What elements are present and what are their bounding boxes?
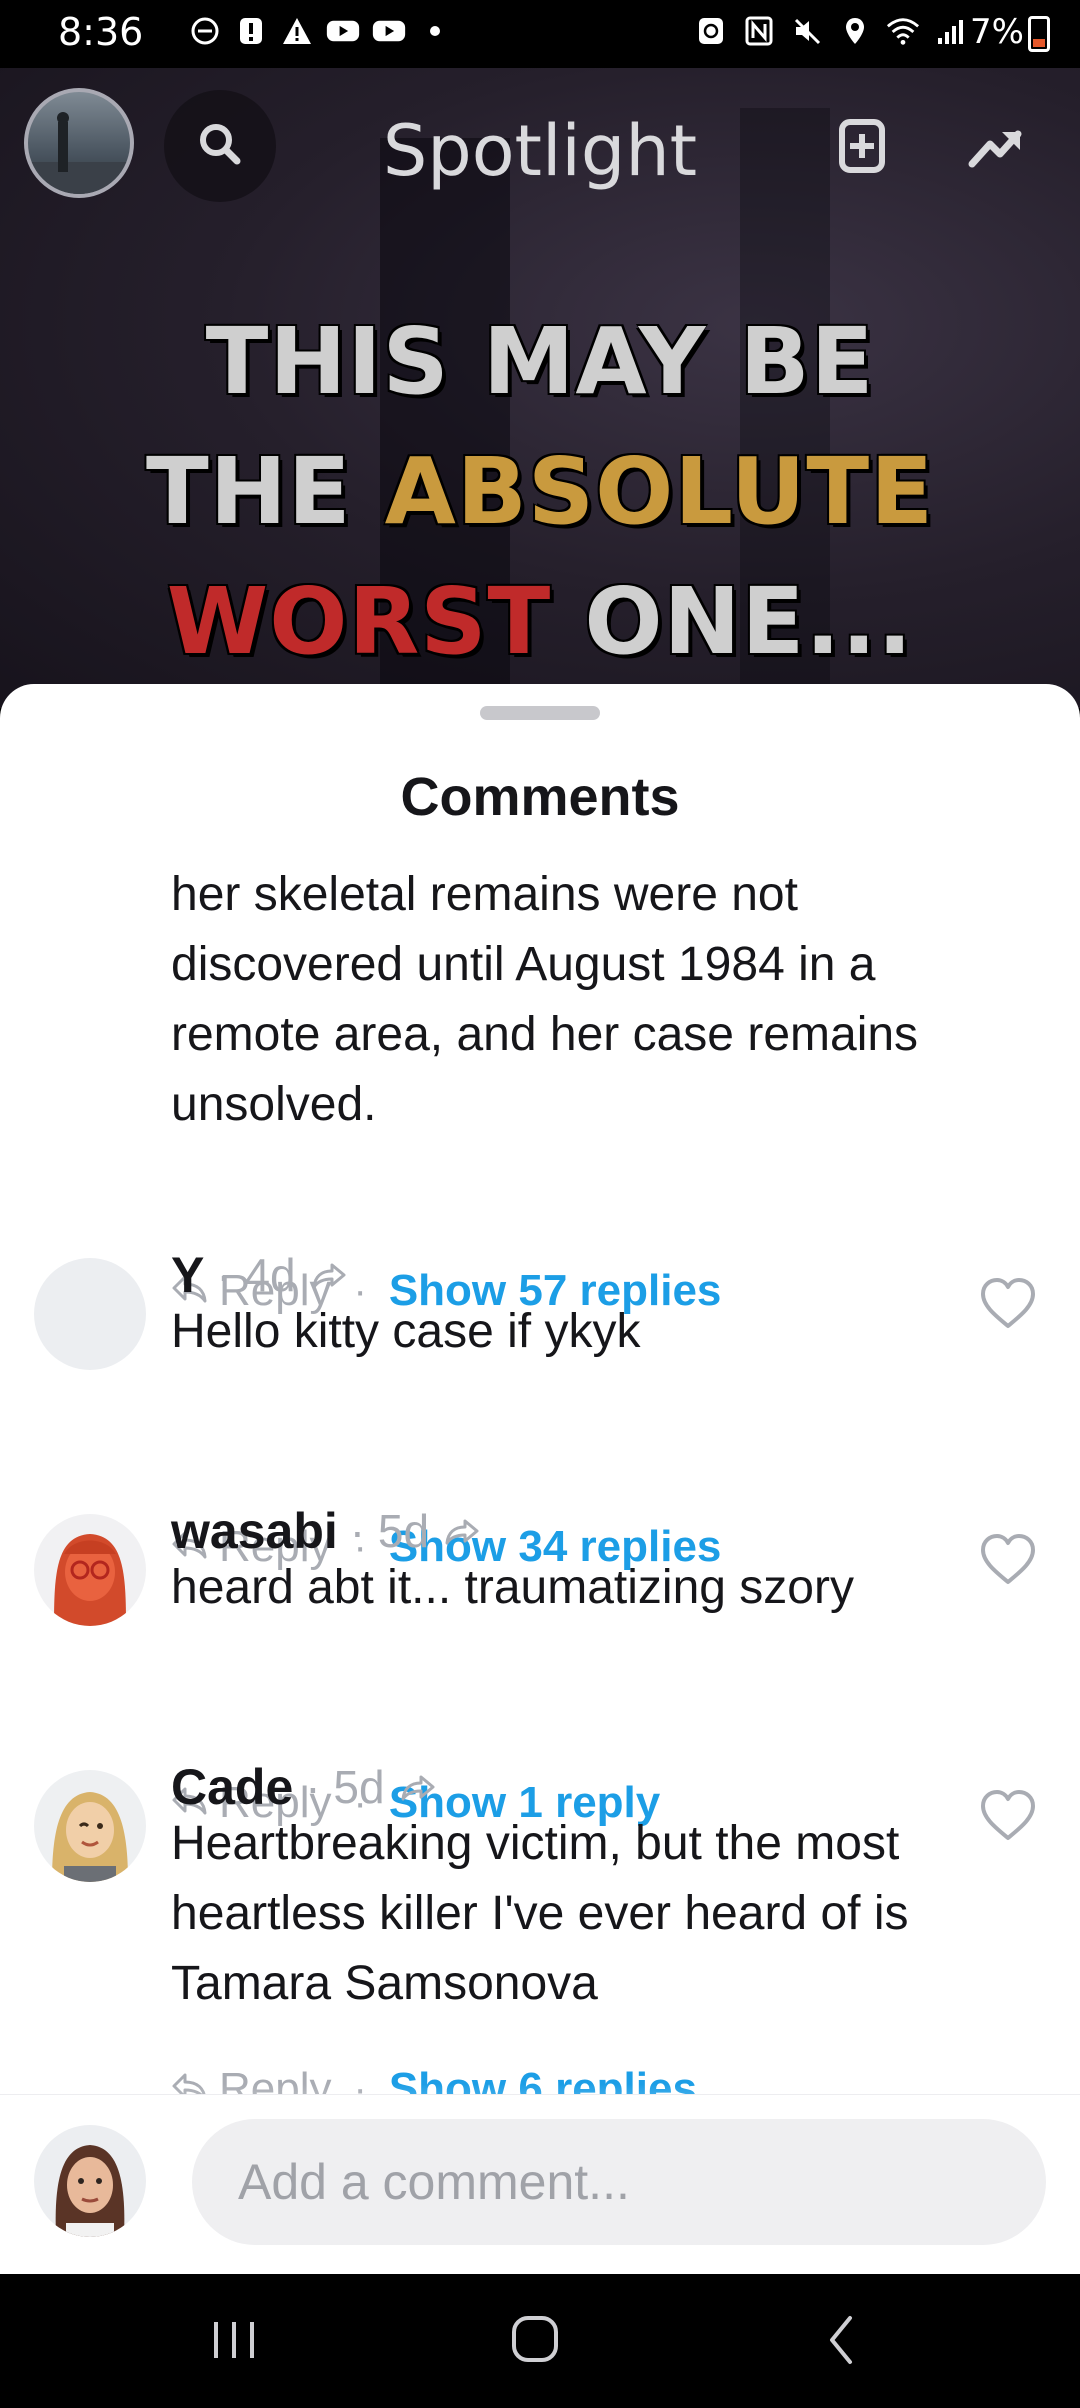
avatar[interactable] — [34, 1770, 146, 1882]
home-button[interactable] — [500, 2310, 570, 2370]
comment-composer — [0, 2094, 1080, 2274]
location-icon — [838, 14, 872, 48]
alert-icon — [234, 14, 268, 48]
comment-input[interactable] — [192, 2119, 1046, 2245]
comment-age-value: 4d — [244, 1249, 296, 1301]
system-icons — [694, 14, 968, 48]
comment-age-value: 5d — [333, 1761, 385, 1813]
mute-icon — [790, 14, 824, 48]
my-avatar[interactable] — [34, 2125, 146, 2237]
signal-icon — [934, 14, 968, 48]
comment-age-value: 5d — [377, 1505, 430, 1557]
comment-header: wasabi · 5d — [171, 1502, 483, 1560]
battery-level: 7% — [970, 12, 1024, 52]
trending-icon — [966, 130, 1026, 182]
trending-button[interactable] — [966, 118, 1026, 178]
comments-sheet[interactable]: Comments her skeletal remains were not d… — [0, 684, 1080, 2274]
like-heart-icon[interactable] — [978, 1532, 1038, 1588]
comment-age: · 5d — [305, 1761, 385, 1813]
home-icon — [500, 2316, 570, 2374]
notification-icons — [188, 14, 452, 48]
page-title: Spotlight — [382, 110, 698, 192]
recent-apps-button[interactable] — [200, 2310, 270, 2370]
top-nav: Spotlight — [0, 68, 1080, 218]
video-headline-line-3: WORST ONE... — [0, 560, 1080, 684]
spotlight-video[interactable]: Spotlight THIS MAY BE THE ABSOLUTE WORST… — [0, 68, 1080, 708]
share-icon[interactable] — [310, 1255, 350, 1295]
avatar[interactable] — [34, 1258, 146, 1370]
sheet-drag-handle[interactable] — [480, 706, 600, 720]
headline-word: ONE... — [584, 568, 914, 675]
video-headline-line-1: THIS MAY BE — [205, 308, 875, 415]
recycle-icon — [694, 14, 728, 48]
warning-icon — [280, 14, 314, 48]
battery-icon — [1028, 16, 1050, 52]
comment-body: Hello kitty case if ykyk — [171, 1305, 641, 1358]
like-heart-icon[interactable] — [978, 1788, 1038, 1844]
comments-title: Comments — [400, 767, 680, 827]
share-icon[interactable] — [399, 1767, 439, 1807]
system-nav-bar — [0, 2274, 1080, 2408]
youtube-icon — [326, 14, 360, 48]
add-icon — [832, 119, 892, 180]
comment-age: · 5d — [349, 1505, 430, 1557]
headline-word-highlight: ABSOLUTE — [384, 438, 935, 545]
status-bar: 8:36 7% — [0, 0, 1080, 68]
add-content-button[interactable] — [832, 116, 892, 176]
back-icon — [806, 2316, 876, 2374]
wifi-icon — [886, 14, 920, 48]
like-heart-icon[interactable] — [978, 1276, 1038, 1332]
nfc-icon — [742, 14, 776, 48]
comment-age: · 4d — [216, 1249, 296, 1301]
comment-body: Heartbreaking victim, but the most heart… — [171, 1817, 909, 2010]
avatar[interactable] — [34, 1514, 146, 1626]
youtube-icon — [372, 14, 406, 48]
comment-body: her skeletal remains were not discovered… — [171, 868, 919, 1131]
dnd-icon — [188, 14, 222, 48]
comment-author[interactable]: Y — [171, 1246, 204, 1304]
comment-header: Y · 4d — [171, 1246, 350, 1304]
comment-author[interactable]: Cade — [171, 1758, 293, 1816]
comment-author[interactable]: wasabi — [171, 1502, 338, 1560]
video-headline-line-2: THE ABSOLUTE — [0, 430, 1080, 554]
headline-word-highlight: WORST — [166, 568, 552, 675]
back-button[interactable] — [806, 2310, 876, 2370]
recents-icon — [200, 2322, 270, 2374]
share-icon[interactable] — [443, 1511, 483, 1551]
comment-header: Cade · 5d — [171, 1758, 439, 1816]
status-time: 8:36 — [58, 10, 144, 54]
headline-word: THE — [145, 438, 352, 545]
comment-body: heard abt it... traumatizing szory — [171, 1561, 854, 1614]
more-dot-icon — [418, 14, 452, 48]
